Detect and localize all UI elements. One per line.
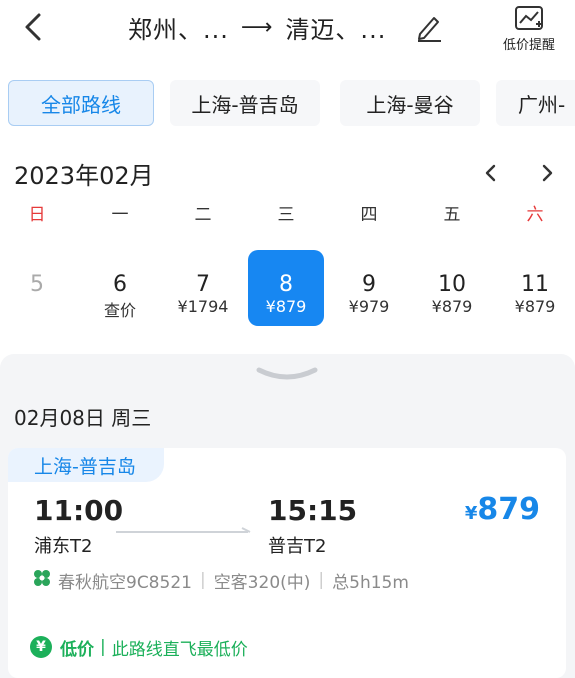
trend-chart-icon [515, 6, 543, 30]
flight-info: 春秋航空9C8521 | 空客320(中) | 总5h15m [32, 568, 409, 593]
date-price: ¥879 [431, 297, 473, 316]
tab-shanghai-phuket[interactable]: 上海-普吉岛 [170, 80, 320, 126]
date-cell[interactable]: 10 ¥879 [414, 250, 490, 326]
flight-card[interactable]: 上海-普吉岛 11:00 浦东T2 15:15 普吉T2 ¥879 春秋航空9C… [8, 448, 566, 678]
collapse-chevron-icon[interactable] [255, 364, 319, 384]
date-day: 11 [521, 272, 549, 297]
back-arrow-icon[interactable] [20, 10, 48, 44]
date-cell[interactable]: 6 查价 [82, 250, 158, 326]
date-day: 6 [113, 272, 127, 297]
weekday-header: 日 一 二 三 四 五 六 [0, 200, 575, 230]
divider: | [100, 637, 106, 657]
weekday-sun: 日 [28, 205, 46, 225]
date-cell[interactable]: 5 [0, 250, 75, 326]
weekday-wed: 三 [277, 205, 295, 225]
date-day: 5 [30, 272, 44, 297]
weekday-fri: 五 [443, 205, 461, 225]
edit-icon[interactable] [414, 10, 444, 44]
date-cell[interactable]: 7 ¥1794 [165, 250, 241, 326]
date-day: 9 [362, 272, 376, 297]
destination-city: 清迈、... [285, 15, 387, 44]
date-price: ¥879 [265, 297, 307, 316]
next-month-icon[interactable] [536, 160, 558, 186]
arrival-airport: 普吉T2 [268, 536, 327, 557]
departure-airport: 浦东T2 [34, 536, 93, 557]
badge-label: 低价 [60, 639, 94, 660]
low-price-badge: ¥ 低价 | 此路线直飞最低价 [30, 634, 248, 660]
date-cell[interactable]: 9 ¥979 [331, 250, 407, 326]
badge-text: 此路线直飞最低价 [111, 639, 248, 660]
tab-shanghai-bangkok[interactable]: 上海-曼谷 [340, 80, 480, 126]
route-title[interactable]: 郑州、... ⟶ 清迈、... [128, 10, 386, 44]
weekday-tue: 二 [194, 205, 212, 225]
date-price: ¥979 [348, 297, 390, 316]
date-price: 查价 [103, 301, 136, 320]
departure-time: 11:00 [34, 494, 124, 527]
date-day: 7 [196, 272, 210, 297]
route-tabs: 全部路线 上海-普吉岛 上海-曼谷 广州- [0, 80, 575, 128]
flight-price: ¥879 [465, 492, 540, 527]
flight-duration: 总5h15m [332, 572, 409, 593]
date-cell[interactable]: 11 ¥879 [497, 250, 573, 326]
arrival-time: 15:15 [268, 494, 358, 527]
date-row: 5 6 查价 7 ¥1794 8 ¥879 9 ¥979 10 ¥879 11 … [0, 250, 575, 328]
divider: | [318, 570, 325, 590]
aircraft-type: 空客320(中) [213, 572, 311, 593]
divider: | [199, 570, 206, 590]
yuan-circle-icon: ¥ [30, 636, 52, 658]
weekday-sat: 六 [526, 205, 544, 225]
price-symbol: ¥ [464, 503, 478, 524]
origin-city: 郑州、... [128, 15, 229, 44]
spring-airlines-logo-icon [32, 568, 52, 593]
tab-all-routes[interactable]: 全部路线 [8, 80, 154, 126]
low-price-alert-button[interactable]: 低价提醒 [494, 4, 564, 58]
month-label: 2023年02月 [14, 162, 154, 190]
selected-day-title: 02月08日 周三 [14, 406, 152, 430]
airline-flight: 春秋航空9C8521 [58, 572, 192, 593]
date-day: 8 [279, 272, 293, 297]
route-arrow: ⟶ [240, 14, 274, 40]
date-price: ¥1794 [177, 297, 229, 316]
price-amount: 879 [477, 492, 540, 527]
weekday-thu: 四 [360, 205, 378, 225]
low-price-alert-label: 低价提醒 [502, 38, 555, 53]
weekday-mon: 一 [111, 205, 129, 225]
date-day: 10 [438, 272, 466, 297]
flight-line-icon [116, 520, 252, 533]
date-price: ¥879 [514, 297, 556, 316]
date-cell-selected[interactable]: 8 ¥879 [248, 250, 324, 326]
route-tag: 上海-普吉岛 [8, 448, 164, 482]
tab-guangzhou[interactable]: 广州- [496, 80, 575, 126]
header: 郑州、... ⟶ 清迈、... 低价提醒 [0, 0, 575, 62]
prev-month-icon[interactable] [480, 160, 502, 186]
